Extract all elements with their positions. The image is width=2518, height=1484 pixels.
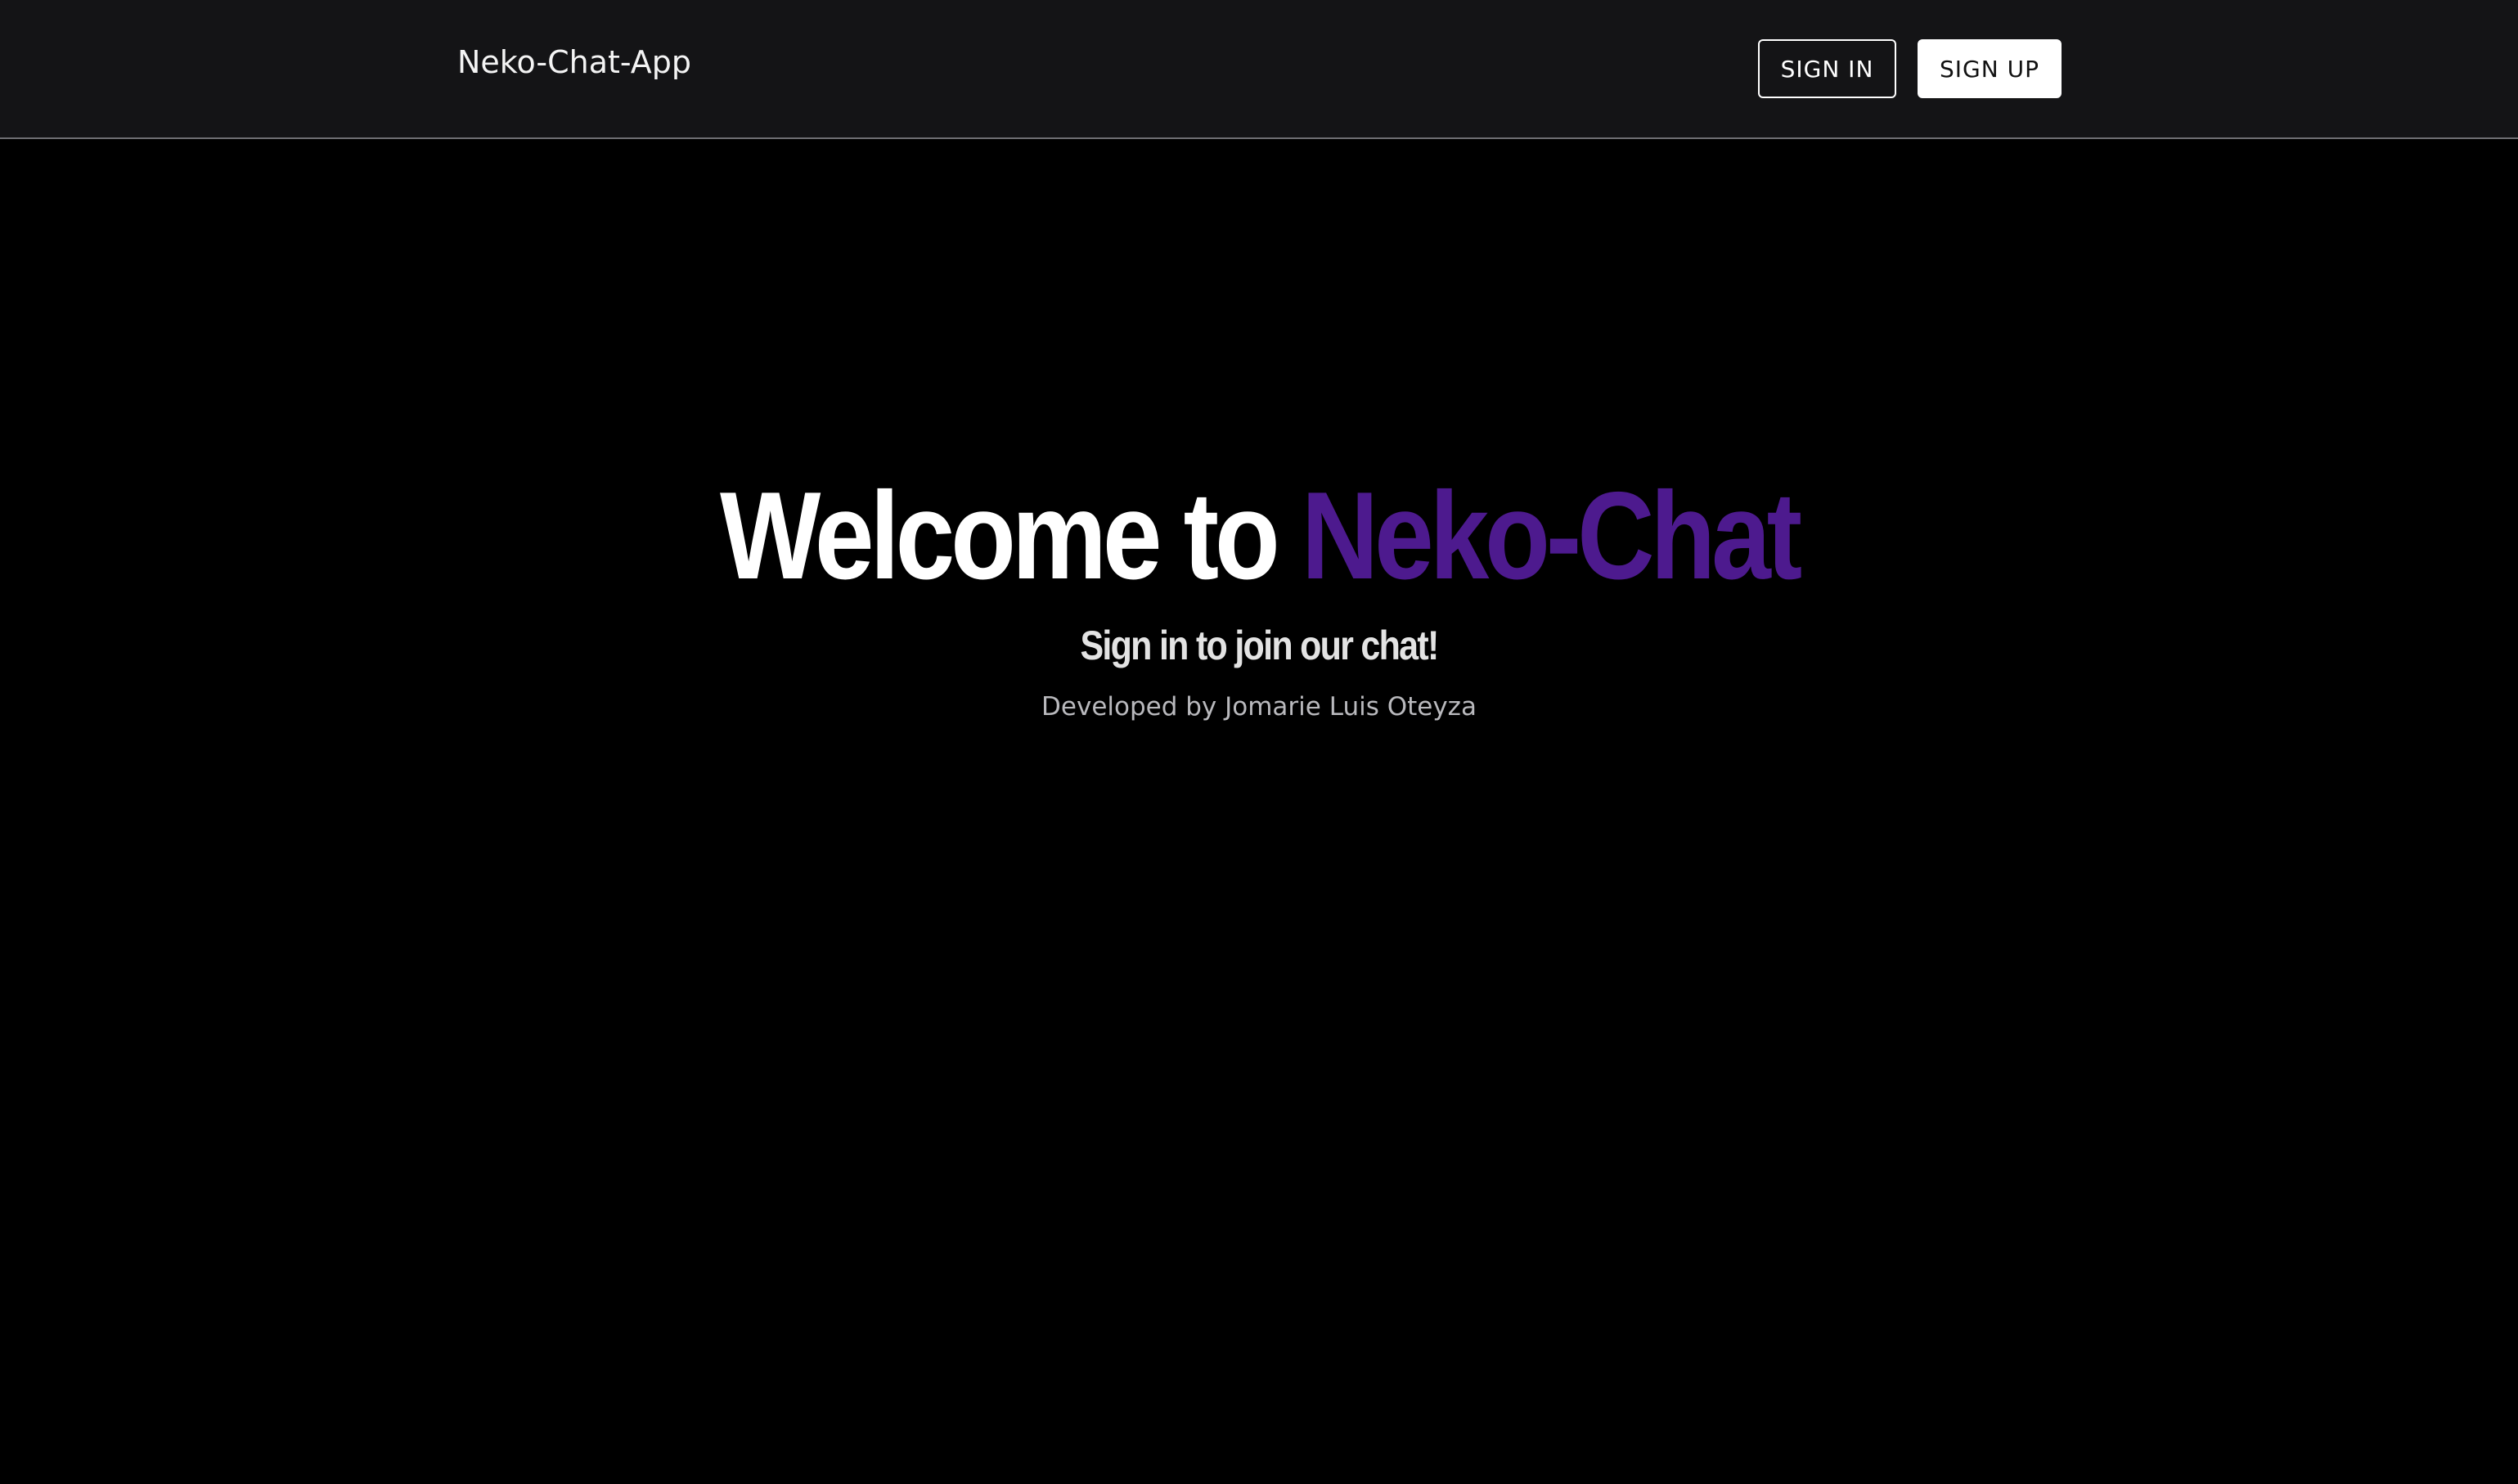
developer-credit: Developed by Jomarie Luis Oteyza (1041, 692, 1477, 722)
auth-actions: SIGN IN SIGN UP (1758, 39, 2062, 98)
app-title[interactable]: Neko-Chat-App (457, 44, 691, 80)
welcome-heading-accent: Neko-Chat (1301, 466, 1802, 605)
sign-in-prompt: Sign in to join our chat! (1080, 623, 1439, 668)
welcome-heading: Welcome to Neko-Chat (176, 458, 2341, 614)
top-navigation-bar: Neko-Chat-App SIGN IN SIGN UP (0, 0, 2518, 139)
hero-section: Welcome to Neko-Chat Sign in to join our… (0, 458, 2518, 722)
welcome-heading-prefix: Welcome to (719, 466, 1302, 605)
sign-in-button[interactable]: SIGN IN (1758, 39, 1896, 98)
sign-up-button[interactable]: SIGN UP (1918, 39, 2062, 98)
